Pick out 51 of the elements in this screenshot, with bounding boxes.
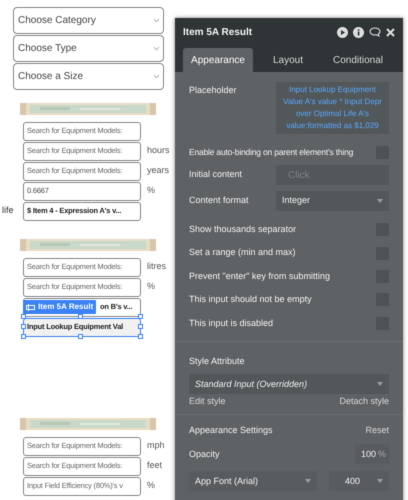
info-icon[interactable] [353, 26, 364, 38]
field-label: Content format [189, 194, 249, 208]
field-label: Opacity [189, 448, 220, 461]
play-icon[interactable] [337, 26, 348, 38]
unit-label: % [147, 184, 156, 198]
dropdown-field[interactable]: Choose a Size [13, 63, 164, 90]
unit-label: % [147, 280, 156, 294]
element-badge: Item 5A Result [23, 300, 96, 314]
caret-icon [377, 382, 383, 386]
checkbox-label: This input should not be empty [189, 293, 312, 306]
checkbox-label: Enable auto-binding on parent element's thing [189, 146, 354, 158]
input-icon [26, 304, 35, 310]
tab[interactable]: Appearance [183, 48, 253, 72]
checkbox-label: Show thousands separator [189, 222, 296, 236]
section-title: Appearance Settings [189, 424, 273, 437]
unit-label: litres [147, 260, 166, 274]
chevron-icon [154, 75, 159, 78]
format-dropdown[interactable]: Integer [276, 191, 389, 211]
detach-style-link[interactable]: Detach style [339, 395, 389, 409]
resize-handle[interactable] [78, 314, 83, 319]
opacity-field[interactable]: 100 % [355, 444, 389, 464]
field-label: life [2, 205, 14, 216]
section-title: Style Attribute [189, 354, 246, 368]
checkbox-label: This input is disabled [189, 316, 274, 330]
close-icon[interactable] [386, 28, 395, 36]
dropdown-field[interactable]: Choose Category [13, 7, 164, 34]
tab[interactable]: Layout [253, 48, 323, 72]
unit-label: feet [147, 459, 162, 472]
caret-icon [377, 479, 383, 484]
panel-title: Item 5A Result [183, 26, 252, 40]
resize-handle[interactable] [78, 334, 83, 339]
caret-icon [377, 199, 383, 203]
weight-dropdown[interactable]: 400 [329, 471, 389, 492]
unit-label: mph [147, 439, 165, 452]
reset-button[interactable]: Reset [365, 424, 389, 438]
style-dropdown[interactable]: Standard Input (Overridden) [189, 374, 389, 394]
chevron-icon [154, 47, 159, 50]
chevron-icon [154, 19, 159, 22]
field-label: Placeholder [189, 84, 237, 97]
caret-icon [305, 479, 311, 484]
edit-style-link[interactable]: Edit style [189, 395, 226, 409]
unit-label: years [147, 164, 170, 178]
checkbox-label: Set a range (min and max) [189, 246, 296, 260]
checkbox-label: Prevent "enter" key from submitting [189, 270, 330, 283]
dropdown-field[interactable]: Choose Type [13, 35, 164, 62]
field-label: Initial content [189, 168, 242, 182]
unit-label: % [147, 479, 156, 492]
comment-icon[interactable] [369, 27, 381, 37]
tab[interactable]: Conditional [323, 48, 393, 72]
unit-label: hours [147, 144, 170, 158]
font-dropdown[interactable]: App Font (Arial) [189, 471, 317, 492]
